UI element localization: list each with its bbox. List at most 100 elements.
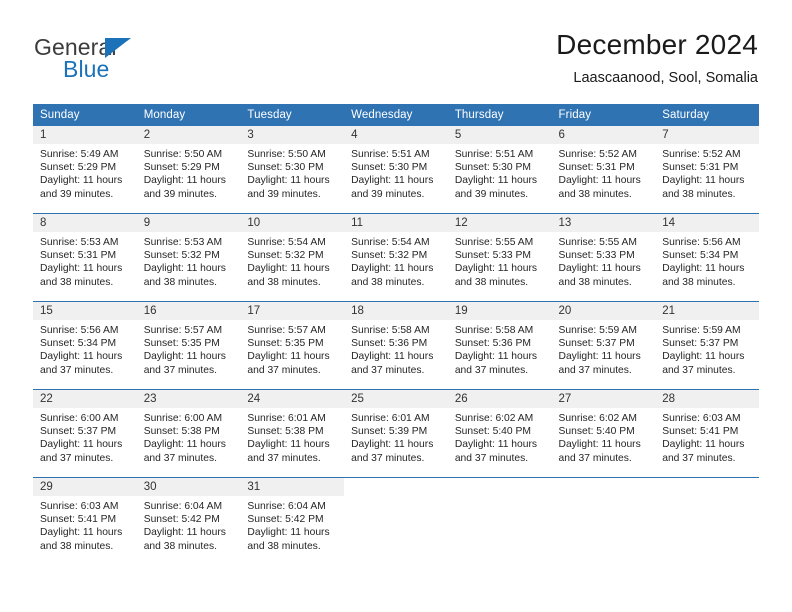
- day-cell: 25 Sunrise: 6:01 AM Sunset: 5:39 PM Dayligh…: [344, 389, 448, 478]
- sunrise-text: Sunrise: 5:54 AM: [247, 237, 326, 248]
- daylight-text: Daylight: 11 hours and 37 minutes.: [454, 439, 538, 464]
- daylight-text: Daylight: 11 hours and 37 minutes.: [351, 439, 434, 464]
- sunrise-text: Sunrise: 5:51 AM: [351, 149, 430, 160]
- day-cell: 5 Sunrise: 5:51 AM Sunset: 5:30 PM Daylight…: [447, 126, 552, 214]
- sunset-text: Sunset: 5:30 PM: [351, 162, 428, 174]
- day-number: 2: [136, 126, 241, 144]
- day-details: [551, 496, 656, 565]
- day-cell: 18 Sunrise: 5:58 AM Sunset: 5:36 PM Dayligh…: [344, 301, 448, 390]
- day-number: 1: [33, 126, 137, 144]
- day-number: 29: [33, 478, 137, 496]
- weekday-header-wednesday: Wednesday: [344, 104, 448, 126]
- generalblue-logo[interactable]: General Blue: [34, 34, 234, 86]
- sunrise-text: Sunrise: 5:49 AM: [40, 149, 119, 160]
- sunset-text: Sunset: 5:32 PM: [143, 250, 220, 262]
- day-number: 19: [447, 302, 552, 320]
- day-details: Sunrise: 5:56 AM Sunset: 5:34 PM Daylight:…: [33, 320, 137, 389]
- day-cell: 31 Sunrise: 6:04 AM Sunset: 5:42 PM Dayligh…: [240, 477, 345, 565]
- day-cell: 17 Sunrise: 5:57 AM Sunset: 5:35 PM Dayligh…: [240, 301, 345, 390]
- day-number: [344, 478, 448, 496]
- day-details: Sunrise: 6:01 AM Sunset: 5:38 PM Daylight:…: [240, 408, 345, 477]
- day-number: 30: [136, 478, 241, 496]
- day-details: Sunrise: 6:02 AM Sunset: 5:40 PM Daylight:…: [447, 408, 552, 477]
- sunrise-text: Sunrise: 6:04 AM: [247, 501, 326, 512]
- daylight-text: Daylight: 11 hours and 38 minutes.: [247, 263, 330, 288]
- day-details: Sunrise: 5:50 AM Sunset: 5:30 PM Daylight:…: [240, 144, 345, 213]
- week-row: 15 Sunrise: 5:56 AM Sunset: 5:34 PM Dayligh…: [33, 301, 759, 390]
- daylight-text: Daylight: 11 hours and 37 minutes.: [558, 439, 641, 464]
- day-details: Sunrise: 6:03 AM Sunset: 5:41 PM Daylight:…: [33, 496, 137, 565]
- title-block: December 2024 Laascaanood, Sool, Somalia: [556, 28, 758, 88]
- daylight-text: Daylight: 11 hours and 37 minutes.: [247, 439, 330, 464]
- location-subtitle: Laascaanood, Sool, Somalia: [573, 70, 758, 86]
- day-cell-empty: [447, 477, 552, 565]
- day-cell: 14 Sunrise: 5:56 AM Sunset: 5:34 PM Dayligh…: [655, 213, 759, 302]
- day-cell: 22 Sunrise: 6:00 AM Sunset: 5:37 PM Dayligh…: [33, 389, 137, 478]
- day-cell: 10 Sunrise: 5:54 AM Sunset: 5:32 PM Dayligh…: [240, 213, 345, 302]
- day-details: Sunrise: 5:52 AM Sunset: 5:31 PM Daylight:…: [655, 144, 759, 213]
- day-number: 5: [447, 126, 552, 144]
- daylight-text: Daylight: 11 hours and 38 minutes.: [143, 263, 226, 288]
- sunset-text: Sunset: 5:37 PM: [40, 426, 117, 438]
- daylight-text: Daylight: 11 hours and 37 minutes.: [247, 351, 330, 376]
- sunset-text: Sunset: 5:41 PM: [40, 514, 117, 526]
- day-details: Sunrise: 5:58 AM Sunset: 5:36 PM Daylight:…: [344, 320, 448, 389]
- day-details: Sunrise: 5:59 AM Sunset: 5:37 PM Daylight:…: [551, 320, 656, 389]
- sunset-text: Sunset: 5:37 PM: [558, 338, 635, 350]
- day-number: 8: [33, 214, 137, 232]
- day-cell: 13 Sunrise: 5:55 AM Sunset: 5:33 PM Dayligh…: [551, 213, 656, 302]
- day-cell: 20 Sunrise: 5:59 AM Sunset: 5:37 PM Dayligh…: [551, 301, 656, 390]
- sunrise-text: Sunrise: 6:01 AM: [351, 413, 430, 424]
- day-details: Sunrise: 5:53 AM Sunset: 5:32 PM Daylight:…: [136, 232, 241, 301]
- day-number: 13: [551, 214, 656, 232]
- daylight-text: Daylight: 11 hours and 38 minutes.: [247, 527, 330, 552]
- daylight-text: Daylight: 11 hours and 39 minutes.: [454, 175, 538, 200]
- day-number: 12: [447, 214, 552, 232]
- day-cell: 3 Sunrise: 5:50 AM Sunset: 5:30 PM Daylight…: [240, 126, 345, 214]
- sunset-text: Sunset: 5:34 PM: [40, 338, 117, 350]
- day-cell: 7 Sunrise: 5:52 AM Sunset: 5:31 PM Daylight…: [655, 126, 759, 214]
- sunrise-text: Sunrise: 6:03 AM: [40, 501, 119, 512]
- day-cell: 2 Sunrise: 5:50 AM Sunset: 5:29 PM Daylight…: [136, 126, 241, 214]
- sunrise-text: Sunrise: 5:52 AM: [558, 149, 637, 160]
- day-number: [551, 478, 656, 496]
- daylight-text: Daylight: 11 hours and 38 minutes.: [662, 263, 745, 288]
- sunset-text: Sunset: 5:30 PM: [454, 162, 531, 174]
- page-header: General Blue December 2024 Laascaanood, …: [0, 0, 792, 100]
- week-row: 8 Sunrise: 5:53 AM Sunset: 5:31 PM Daylight…: [33, 213, 759, 302]
- day-cell: 29 Sunrise: 6:03 AM Sunset: 5:41 PM Dayligh…: [33, 477, 137, 565]
- daylight-text: Daylight: 11 hours and 37 minutes.: [662, 439, 745, 464]
- daylight-text: Daylight: 11 hours and 39 minutes.: [247, 175, 330, 200]
- daylight-text: Daylight: 11 hours and 38 minutes.: [558, 263, 641, 288]
- day-cell: 15 Sunrise: 5:56 AM Sunset: 5:34 PM Dayligh…: [33, 301, 137, 390]
- sunrise-text: Sunrise: 5:58 AM: [454, 325, 534, 336]
- day-details: Sunrise: 5:56 AM Sunset: 5:34 PM Daylight:…: [655, 232, 759, 301]
- sunrise-text: Sunrise: 5:53 AM: [40, 237, 119, 248]
- sunrise-text: Sunrise: 6:04 AM: [143, 501, 223, 512]
- day-number: 28: [655, 390, 759, 408]
- sunrise-text: Sunrise: 6:00 AM: [40, 413, 119, 424]
- sunrise-text: Sunrise: 5:57 AM: [143, 325, 223, 336]
- day-number: 23: [136, 390, 241, 408]
- sunset-text: Sunset: 5:42 PM: [247, 514, 324, 526]
- day-details: Sunrise: 6:00 AM Sunset: 5:38 PM Daylight:…: [136, 408, 241, 477]
- sunrise-text: Sunrise: 5:59 AM: [558, 325, 637, 336]
- daylight-text: Daylight: 11 hours and 38 minutes.: [40, 263, 123, 288]
- daylight-text: Daylight: 11 hours and 38 minutes.: [662, 175, 745, 200]
- sunset-text: Sunset: 5:29 PM: [40, 162, 117, 174]
- day-cell: 6 Sunrise: 5:52 AM Sunset: 5:31 PM Daylight…: [551, 126, 656, 214]
- day-cell-empty: [551, 477, 656, 565]
- day-cell: 28 Sunrise: 6:03 AM Sunset: 5:41 PM Dayligh…: [655, 389, 759, 478]
- day-cell: 27 Sunrise: 6:02 AM Sunset: 5:40 PM Dayligh…: [551, 389, 656, 478]
- day-details: Sunrise: 5:50 AM Sunset: 5:29 PM Daylight:…: [136, 144, 241, 213]
- day-number: 21: [655, 302, 759, 320]
- daylight-text: Daylight: 11 hours and 37 minutes.: [454, 351, 538, 376]
- calendar-page: General Blue December 2024 Laascaanood, …: [0, 0, 792, 612]
- weekday-header-sunday: Sunday: [33, 104, 137, 126]
- sunset-text: Sunset: 5:37 PM: [662, 338, 739, 350]
- sunset-text: Sunset: 5:38 PM: [247, 426, 324, 438]
- sunrise-text: Sunrise: 5:50 AM: [247, 149, 326, 160]
- day-cell: 9 Sunrise: 5:53 AM Sunset: 5:32 PM Daylight…: [136, 213, 241, 302]
- sunrise-text: Sunrise: 5:56 AM: [40, 325, 119, 336]
- day-details: Sunrise: 5:57 AM Sunset: 5:35 PM Daylight:…: [240, 320, 345, 389]
